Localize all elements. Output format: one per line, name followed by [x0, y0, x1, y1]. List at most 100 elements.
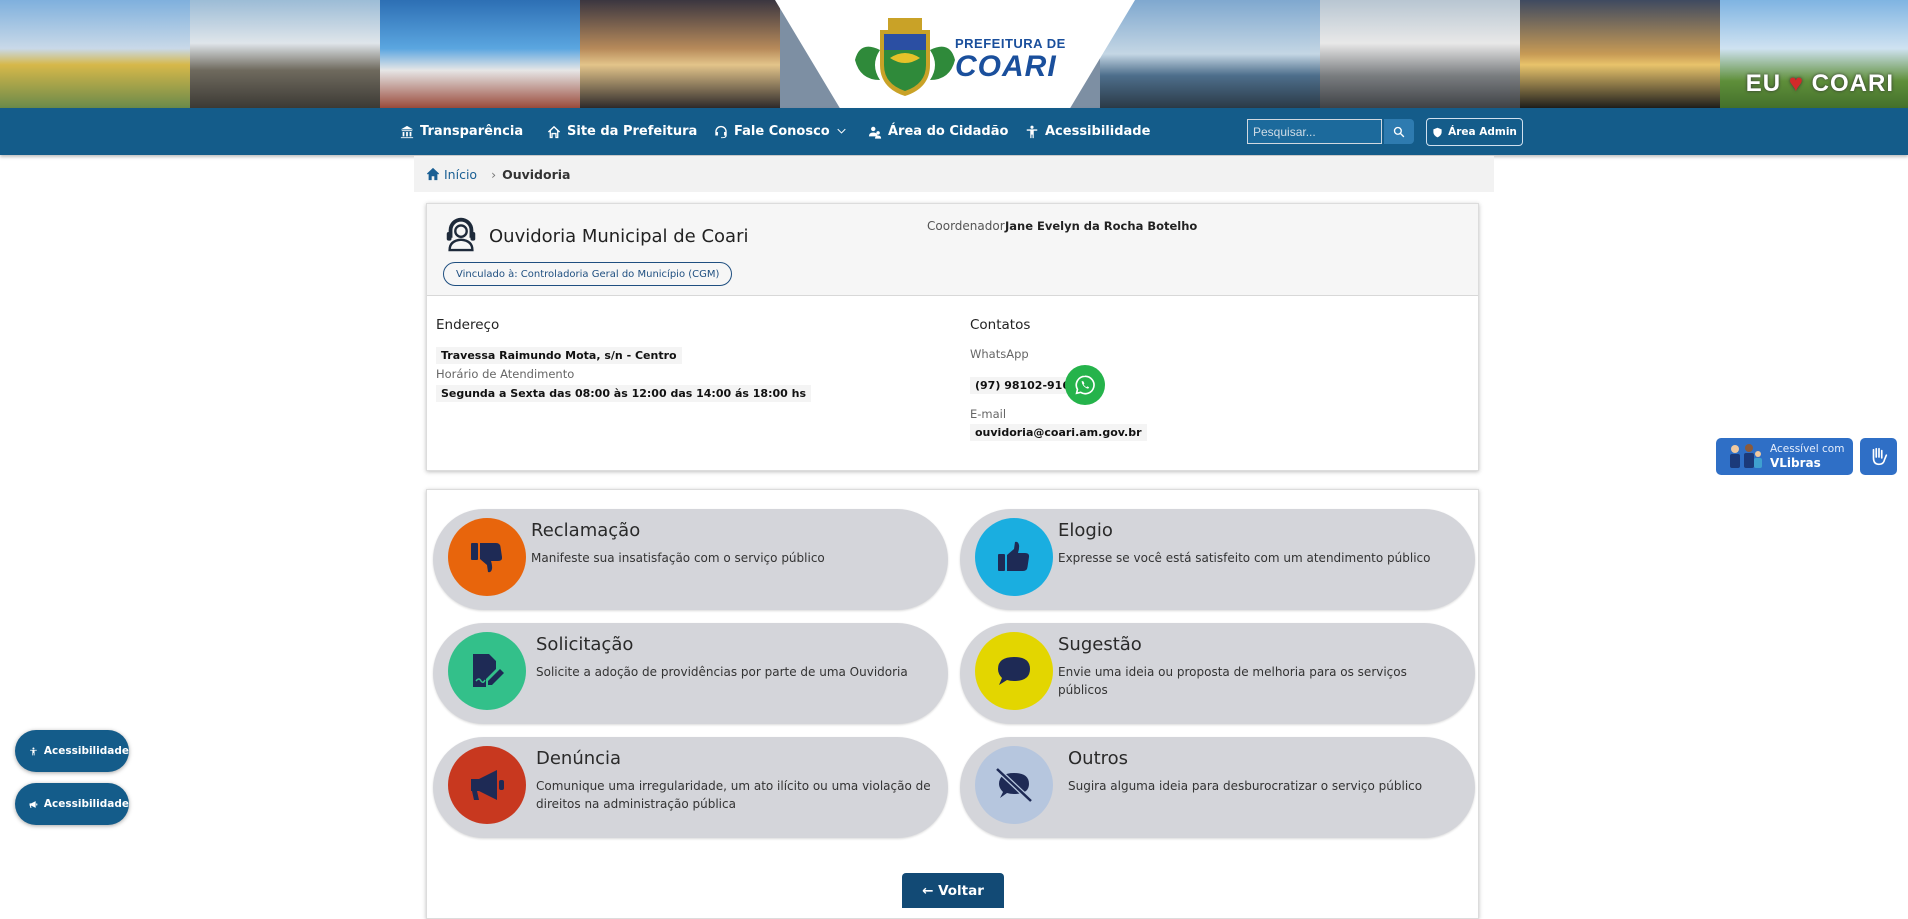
breadcrumb-current: Ouvidoria [502, 166, 571, 182]
service-icon-circle [975, 746, 1053, 824]
logo-text-main: COARI [955, 50, 1057, 83]
nav-fale-conosco[interactable]: Fale Conosco [714, 108, 847, 155]
heart-icon: ♥ [1788, 70, 1804, 97]
nav-acessibilidade-label: Acessibilidade [1045, 124, 1151, 139]
endereco-title: Endereço [436, 317, 500, 333]
megaphone-icon [471, 770, 504, 800]
service-title: Reclamação [531, 520, 641, 541]
home-icon [547, 125, 561, 138]
service-title: Solicitação [536, 634, 634, 655]
services-card: Reclamação Manifeste sua insatisfação co… [426, 489, 1479, 919]
people-icon [868, 126, 882, 139]
headset-icon [715, 125, 727, 138]
bank-icon [400, 125, 414, 138]
vinculo-badge: Vinculado à: Controladoria Geral do Muni… [443, 262, 733, 286]
thumbs-up-icon [998, 541, 1030, 571]
nav-fale-conosco-label: Fale Conosco [734, 124, 830, 139]
support-agent-icon [446, 217, 476, 252]
service-icon-circle [448, 518, 526, 596]
service-desc: Expresse se você está satisfeito com um … [1058, 551, 1431, 565]
service-title: Sugestão [1058, 634, 1142, 655]
prefeitura-logo[interactable]: PREFEITURA DE COARI [775, 0, 1135, 108]
area-admin-button[interactable]: Área Admin [1426, 118, 1523, 146]
coordenador-name: Jane Evelyn da Rocha Botelho [1005, 219, 1198, 233]
service-icon-circle [448, 746, 526, 824]
service-desc: Envie uma ideia ou proposta de melhoria … [1058, 665, 1407, 697]
thumbs-down-icon [471, 543, 503, 573]
service-icon-circle [975, 518, 1053, 596]
search-input[interactable] [1247, 119, 1382, 144]
breadcrumb-separator: › [491, 166, 497, 182]
contatos-title: Contatos [970, 317, 1031, 333]
service-denuncia[interactable]: Denúncia Comunique uma irregularidade, u… [433, 737, 948, 838]
service-title: Outros [1068, 748, 1129, 769]
voltar-button[interactable]: ← Voltar [902, 873, 1004, 908]
breadcrumb-home[interactable]: Início [426, 167, 477, 182]
coordenador-label: Coordenador [927, 219, 1005, 233]
comment-slash-icon [995, 767, 1033, 803]
accessibility-widget-button[interactable]: Acessibilidade [15, 730, 129, 772]
horario-value: Segunda a Sexta das 08:00 às 12:00 das 1… [436, 385, 811, 402]
banner-photo [580, 0, 780, 108]
banner-photo [1520, 0, 1720, 108]
megaphone-icon [29, 800, 38, 808]
whatsapp-label: WhatsApp [970, 347, 1029, 361]
nav-transparencia[interactable]: Transparência [400, 108, 523, 155]
service-desc: Manifeste sua insatisfação com o serviço… [531, 551, 825, 565]
nav-site-prefeitura[interactable]: Site da Prefeitura [547, 108, 697, 155]
service-sugestao[interactable]: Sugestão Envie uma ideia ou proposta de … [960, 623, 1475, 724]
email-value[interactable]: ouvidoria@coari.am.gov.br [970, 424, 1147, 441]
service-title: Denúncia [536, 748, 622, 769]
banner-photo [1320, 0, 1520, 108]
whatsapp-button[interactable] [1065, 365, 1105, 405]
sign-language-icon [1872, 447, 1887, 465]
search-button[interactable] [1384, 119, 1414, 144]
eu-amo-coari-sign: EU ♥ COARI [1746, 70, 1894, 98]
nav-transparencia-label: Transparência [420, 124, 524, 139]
email-label: E-mail [970, 407, 1007, 421]
home-icon [426, 167, 440, 181]
chevron-down-icon [837, 128, 846, 134]
ouvidoria-info-card: Ouvidoria Municipal de Coari Vinculado à… [426, 203, 1479, 471]
breadcrumb-home-label: Início [444, 166, 478, 182]
service-icon-circle [448, 632, 526, 710]
comment-icon [998, 657, 1030, 685]
search-icon [1393, 126, 1405, 137]
vlibras-hand-button[interactable] [1860, 438, 1897, 475]
accessibility-audio-button[interactable]: Acessibilidade [15, 783, 129, 825]
whatsapp-icon [1075, 375, 1095, 395]
area-admin-label: Área Admin [1448, 126, 1517, 138]
main-navbar: Transparência Site da Prefeitura Fale Co… [0, 108, 1908, 155]
service-reclamacao[interactable]: Reclamação Manifeste sua insatisfação co… [433, 509, 948, 610]
vlibras-widget[interactable]: Acessível com VLibras [1716, 438, 1853, 475]
vlibras-people-icon [1730, 444, 1762, 468]
breadcrumb: Início › Ouvidoria [414, 156, 1494, 192]
vlibras-line1: Acessível com [1770, 443, 1845, 455]
eu-text: EU [1745, 70, 1782, 97]
nav-area-cidadao[interactable]: Área do Cidadão [868, 108, 1008, 155]
coat-of-arms-icon [855, 18, 955, 96]
page-title: Ouvidoria Municipal de Coari [489, 226, 749, 247]
file-signature-icon [473, 654, 504, 687]
logo-text-top: PREFEITURA DE [955, 36, 1066, 51]
coari-text: COARI [1811, 70, 1894, 97]
horario-label: Horário de Atendimento [436, 367, 575, 381]
accessibility-icon [1026, 125, 1038, 138]
nav-area-cidadao-label: Área do Cidadão [888, 124, 1009, 139]
service-desc: Sugira alguma ideia para desburocratizar… [1068, 779, 1423, 793]
banner-photo [190, 0, 380, 108]
service-desc: Solicite a adoção de providências por pa… [536, 665, 908, 679]
nav-site-prefeitura-label: Site da Prefeitura [567, 124, 698, 139]
header-banner: PREFEITURA DE COARI EU ♥ COARI [0, 0, 1908, 108]
service-solicitacao[interactable]: Solicitação Solicite a adoção de providê… [433, 623, 948, 724]
banner-photo [1100, 0, 1320, 108]
info-card-header: Ouvidoria Municipal de Coari Vinculado à… [427, 204, 1478, 296]
accessibility-icon [30, 746, 37, 755]
service-icon-circle [975, 632, 1053, 710]
accessibility-audio-label: Acessibilidade [43, 798, 129, 810]
nav-acessibilidade[interactable]: Acessibilidade [1025, 108, 1150, 155]
service-elogio[interactable]: Elogio Expresse se você está satisfeito … [960, 509, 1475, 610]
service-outros[interactable]: Outros Sugira alguma ideia para desburoc… [960, 737, 1475, 838]
service-title: Elogio [1058, 520, 1113, 541]
banner-photo [0, 0, 190, 108]
